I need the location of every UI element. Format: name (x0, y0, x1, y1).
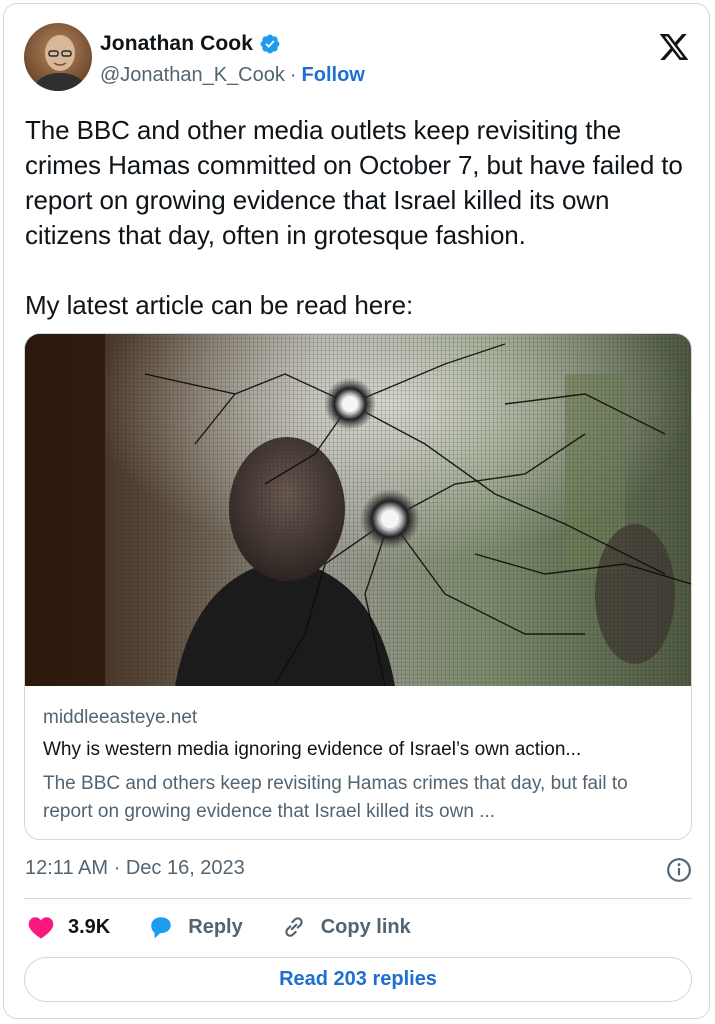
info-icon[interactable] (666, 857, 692, 883)
article-image (25, 334, 691, 686)
tweet-time: 12:11 AM (25, 857, 109, 879)
like-count: 3.9K (68, 915, 111, 938)
copy-link-button[interactable]: Copy link (281, 914, 411, 940)
tweet-text: The BBC and other media outlets keep rev… (25, 115, 683, 320)
author-name-row: Jonathan Cook (100, 32, 281, 56)
action-bar: 3.9K Reply Copy link (28, 914, 411, 940)
author-name[interactable]: Jonathan Cook (100, 32, 253, 56)
x-logo-icon[interactable] (657, 31, 691, 63)
heart-icon (28, 917, 54, 939)
follow-link[interactable]: Follow (302, 64, 365, 87)
copy-link-label: Copy link (320, 915, 411, 938)
divider (24, 898, 692, 899)
handle-separator: · (289, 64, 297, 86)
reply-bubble-icon (151, 917, 171, 939)
link-preview-card[interactable]: middleeasteye.net Why is western media i… (24, 333, 692, 840)
verified-badge-icon (260, 34, 280, 54)
author-handle[interactable]: @Jonathan_K_Cook (100, 64, 285, 87)
link-title: Why is western media ignoring evidence o… (43, 739, 582, 760)
author-handle-row: @Jonathan_K_Cook · Follow (100, 64, 365, 87)
read-replies-button[interactable]: Read 203 replies (24, 957, 692, 1002)
tweet-date: Dec 16, 2023 (125, 857, 245, 879)
avatar[interactable] (24, 23, 92, 91)
like-button[interactable]: 3.9K (28, 915, 110, 939)
reply-label: Reply (188, 915, 243, 938)
timestamp-separator: · (113, 857, 121, 879)
link-icon (285, 917, 303, 937)
link-domain: middleeasteye.net (43, 707, 198, 728)
reply-button[interactable]: Reply (148, 915, 243, 939)
tweet-timestamp: 12:11 AM · Dec 16, 2023 (25, 857, 245, 880)
link-description: The BBC and others keep revisiting Hamas… (43, 773, 628, 822)
embedded-tweet-card: Jonathan Cook @Jonathan_K_Cook · Follow … (3, 3, 710, 1019)
timestamp-link[interactable]: 12:11 AM · Dec 16, 2023 (25, 857, 245, 879)
